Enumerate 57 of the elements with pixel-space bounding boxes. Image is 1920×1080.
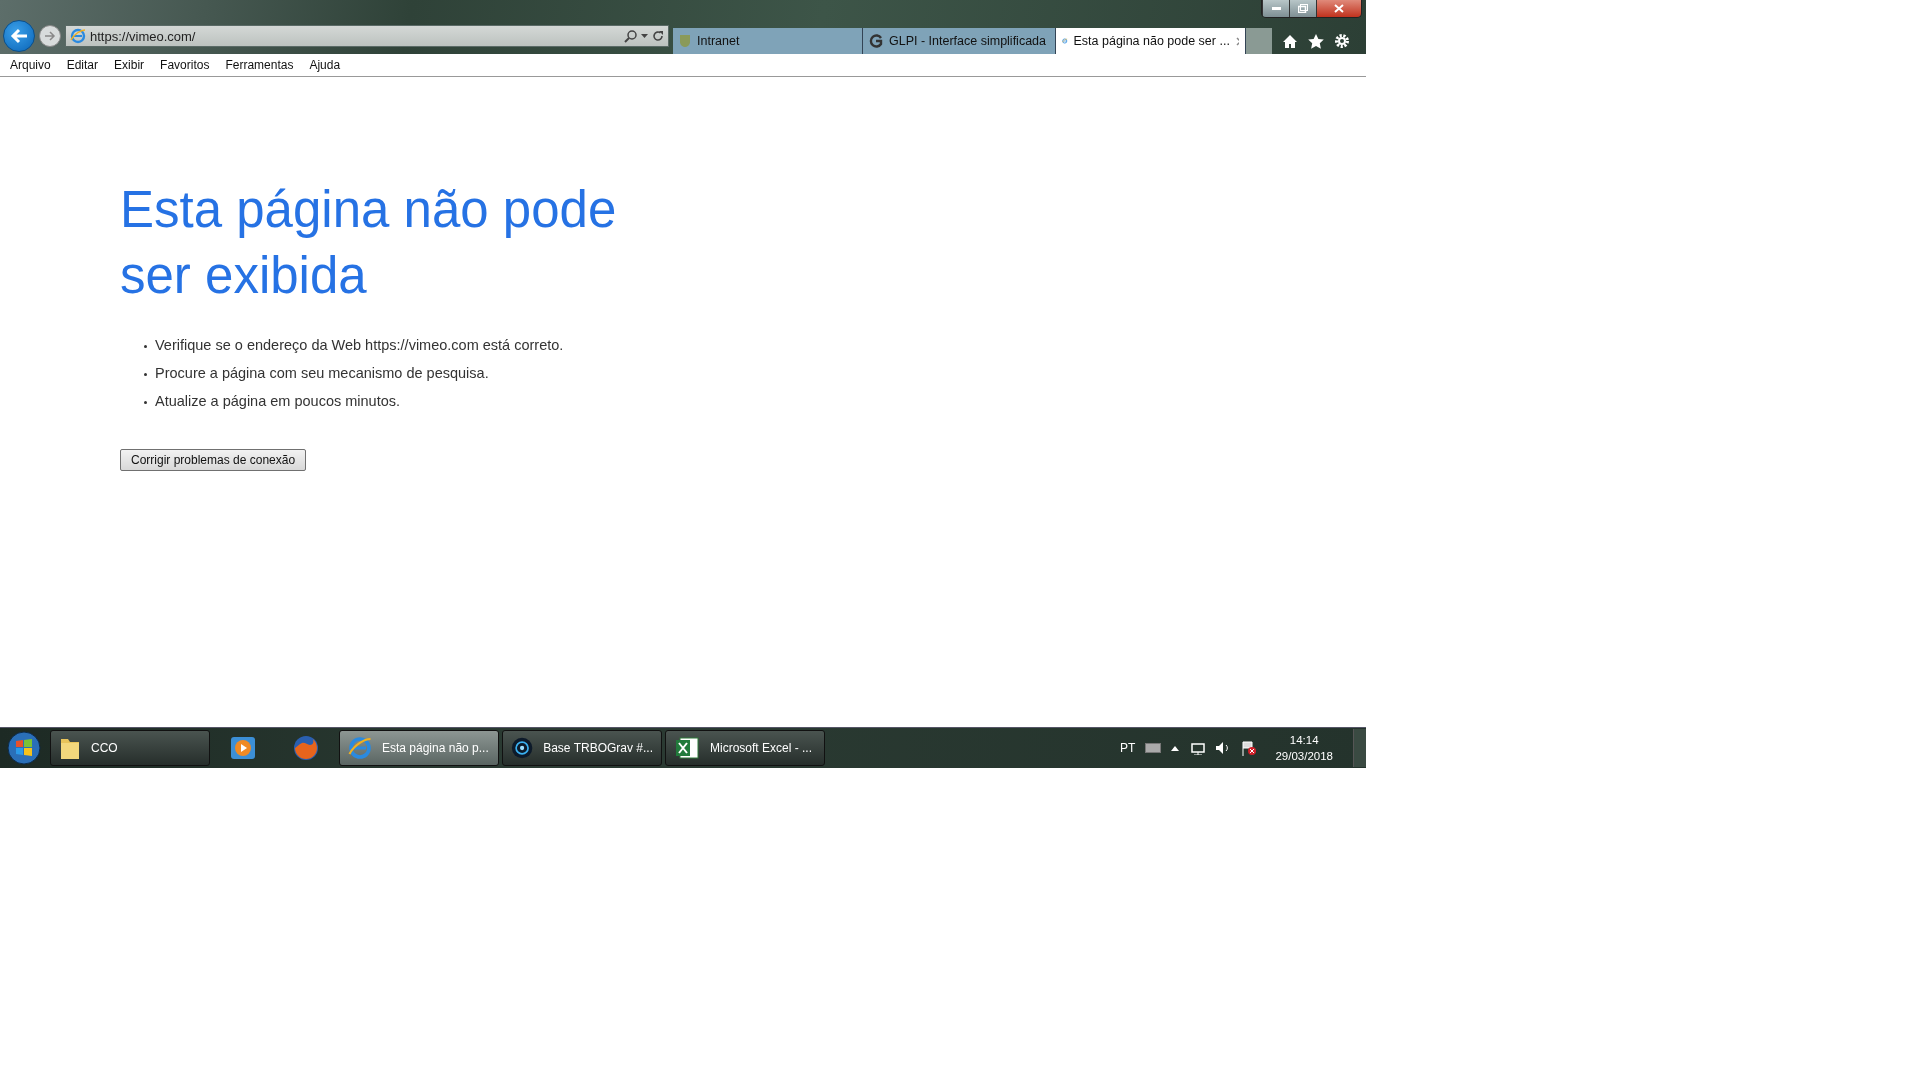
- taskbar-button[interactable]: Microsoft Excel - ...: [665, 730, 825, 766]
- settings-icon[interactable]: [1334, 33, 1350, 49]
- search-icon: [624, 29, 637, 43]
- url-text: https://vimeo.com/: [90, 28, 197, 44]
- back-button[interactable]: [3, 20, 35, 52]
- restore-icon: [1298, 4, 1308, 13]
- bullet-icon: [144, 345, 147, 348]
- start-button[interactable]: [4, 729, 44, 767]
- minimize-icon: [1271, 7, 1281, 10]
- fix-connection-button[interactable]: Corrigir problemas de conexão: [120, 449, 307, 471]
- taskbar-button[interactable]: CCO: [50, 730, 210, 766]
- bullet-icon: [144, 373, 147, 376]
- browser-tab[interactable]: Intranet: [673, 28, 863, 54]
- clock-date[interactable]: 29/03/2018: [1275, 748, 1333, 764]
- windows-logo-icon: [7, 731, 41, 765]
- globe-e-icon: [70, 28, 86, 44]
- globe-e-icon: [348, 736, 372, 760]
- menu-item[interactable]: Arquivo: [4, 58, 57, 72]
- spreadsheet-icon: [674, 735, 700, 761]
- browser-icon: [292, 734, 320, 762]
- caret-icon: [641, 34, 648, 38]
- forward-button[interactable]: [39, 25, 61, 47]
- suggestion-text: Atualize a página em poucos minutos.: [155, 393, 401, 409]
- suggestion-text: Procure a página com seu mecanismo de pesquisa.: [155, 365, 489, 381]
- clock-time[interactable]: 14:14: [1289, 732, 1319, 748]
- caret-icon[interactable]: [1171, 745, 1180, 751]
- address-bar[interactable]: https://vimeo.com/: [65, 25, 669, 47]
- g-logo-icon: [869, 34, 883, 48]
- menu-item[interactable]: Ajuda: [303, 58, 347, 72]
- refresh-icon: [652, 30, 664, 42]
- browser-tab[interactable]: GLPI - Interface simplificada: [863, 28, 1056, 54]
- menu-item[interactable]: Favoritos: [154, 58, 216, 72]
- keyboard-icon: [1145, 743, 1162, 753]
- home-icon[interactable]: [1282, 33, 1298, 49]
- close-button[interactable]: [1316, 0, 1361, 17]
- network-icon[interactable]: [1189, 741, 1206, 755]
- suggestion-text: Verifique se o endereço da Web https://vimeo.com está correto.: [155, 337, 564, 353]
- flag-error-icon[interactable]: [1241, 740, 1258, 756]
- crest-icon: [679, 34, 691, 48]
- error-heading: Esta página não pode ser exibida: [120, 180, 618, 306]
- browser-tab[interactable]: Esta página não pode ser ...: [1056, 28, 1246, 54]
- bullet-icon: [144, 401, 147, 404]
- forward-arrow-icon: [44, 31, 56, 41]
- media-player-icon: [230, 736, 256, 760]
- minimize-button[interactable]: [1262, 0, 1289, 17]
- menu-item[interactable]: Editar: [60, 58, 105, 72]
- restore-button[interactable]: [1289, 0, 1316, 17]
- taskbar-button[interactable]: Base TRBOGrav #...: [502, 730, 662, 766]
- star-icon[interactable]: [1308, 33, 1324, 49]
- close-tab-icon[interactable]: [1235, 36, 1239, 46]
- back-arrow-icon: [10, 28, 28, 44]
- close-icon: [1334, 4, 1344, 13]
- menu-item[interactable]: Exibir: [108, 58, 151, 72]
- language-indicator[interactable]: PT: [1120, 741, 1136, 755]
- menu-item[interactable]: Ferramentas: [219, 58, 300, 72]
- taskbar-button[interactable]: Esta página não p...: [339, 730, 499, 766]
- radio-app-icon: [511, 735, 534, 761]
